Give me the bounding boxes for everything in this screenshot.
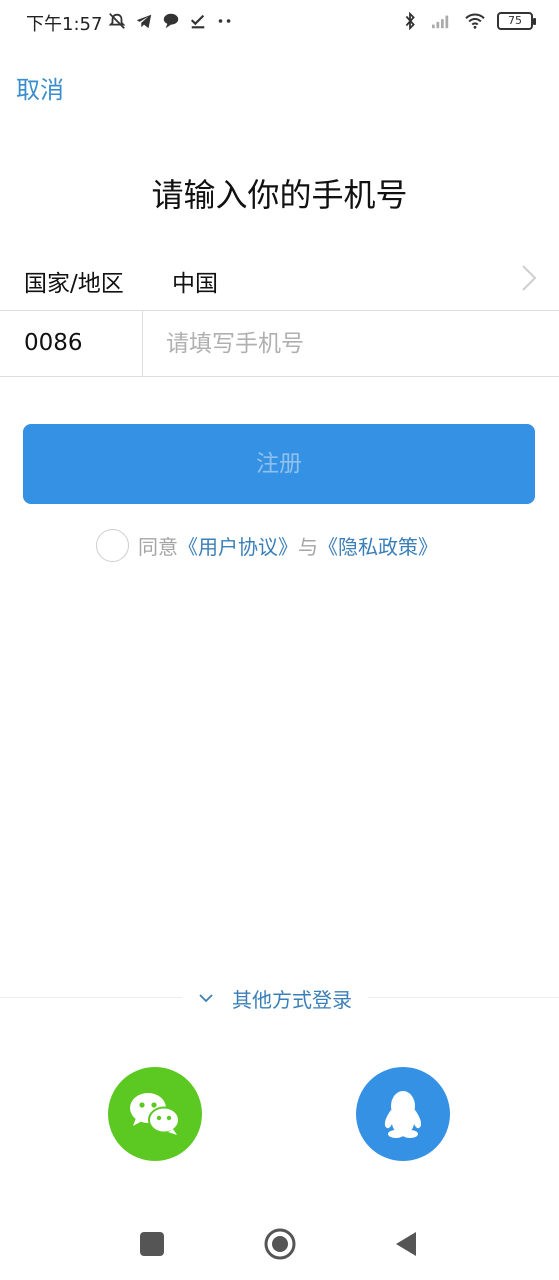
country-code-value: 0086 xyxy=(24,330,83,356)
user-agreement-link[interactable]: 《用户协议》 xyxy=(178,531,298,560)
phone-input[interactable] xyxy=(166,325,536,363)
phone-row: 0086 xyxy=(0,311,559,377)
privacy-policy-link[interactable]: 《隐私政策》 xyxy=(318,531,438,560)
system-icons: 75 xyxy=(401,10,536,32)
cancel-button[interactable]: 取消 xyxy=(16,70,64,105)
signal-icon xyxy=(432,15,449,29)
chat-bubble-icon xyxy=(163,13,179,29)
country-value: 中国 xyxy=(172,271,218,297)
home-button[interactable] xyxy=(263,1227,297,1261)
more-dots-icon xyxy=(218,19,231,23)
mute-bell-icon xyxy=(108,13,126,29)
qq-icon xyxy=(384,1091,422,1138)
country-label: 国家/地区 xyxy=(24,271,124,297)
wifi-icon xyxy=(465,13,485,29)
battery-level: 75 xyxy=(508,14,522,27)
chevron-down-icon xyxy=(199,994,213,1003)
status-bar: 下午1:57 75 xyxy=(0,0,559,42)
page-title: 请输入你的手机号 xyxy=(151,176,408,214)
system-nav-bar xyxy=(0,1214,559,1274)
recent-apps-button[interactable] xyxy=(140,1232,164,1256)
status-time: 下午1:57 xyxy=(26,14,103,35)
country-region-row[interactable]: 国家/地区 中国 xyxy=(0,246,559,311)
back-button[interactable] xyxy=(394,1230,418,1258)
wechat-login-button[interactable] xyxy=(108,1067,202,1161)
register-button[interactable]: 注册 xyxy=(23,424,535,504)
agree-joiner: 与 xyxy=(298,534,318,559)
telegram-icon xyxy=(136,14,152,29)
other-login-label: 其他方式登录 xyxy=(232,987,352,1012)
notification-icons xyxy=(108,10,234,32)
qq-login-button[interactable] xyxy=(356,1067,450,1161)
agree-checkbox[interactable] xyxy=(96,528,129,562)
wechat-icon xyxy=(130,1093,180,1135)
battery-icon: 75 xyxy=(497,12,536,30)
agreement-row: 同意 《用户协议》 与 《隐私政策》 xyxy=(96,528,438,562)
checkmark-icon xyxy=(190,14,205,29)
other-login-toggle[interactable]: 其他方式登录 xyxy=(182,982,368,1014)
agree-prefix: 同意 xyxy=(138,534,178,559)
country-code[interactable]: 0086 xyxy=(0,311,143,376)
bluetooth-icon xyxy=(405,12,415,30)
chevron-right-icon xyxy=(522,265,537,291)
